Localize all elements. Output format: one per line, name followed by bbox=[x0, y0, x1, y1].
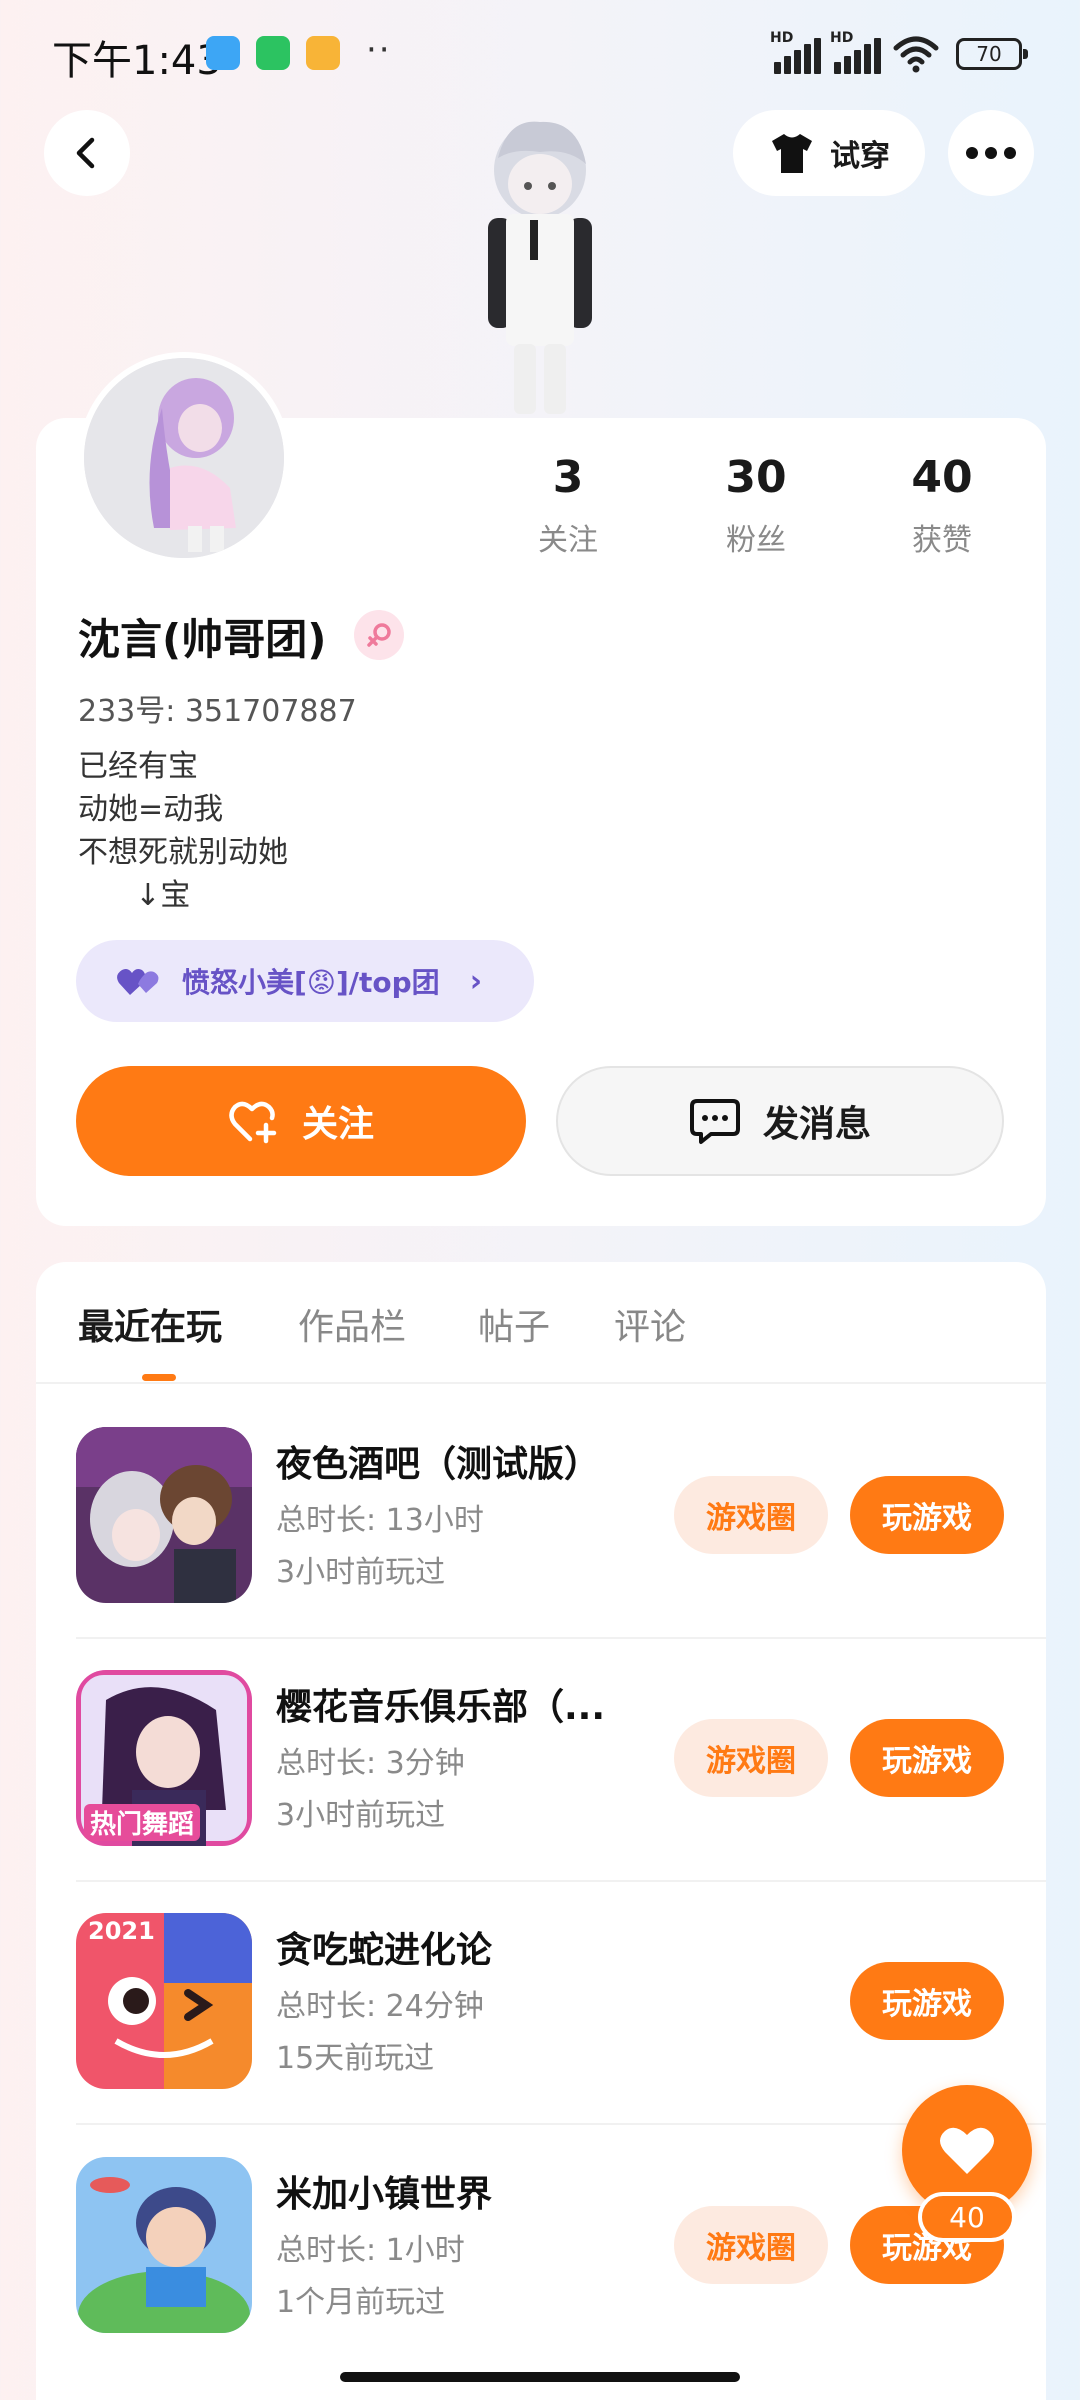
game-last-played: 1个月前玩过 bbox=[276, 2285, 446, 2320]
back-arrow-icon bbox=[76, 137, 95, 169]
female-symbol-icon bbox=[354, 610, 404, 660]
game-duration: 总时长: 1小时 bbox=[276, 2233, 465, 2268]
tshirt-icon bbox=[772, 134, 812, 173]
play-game-button[interactable]: 玩游戏 bbox=[850, 1962, 1004, 2040]
game-icon-night-bar bbox=[76, 1427, 252, 1603]
play-game-button[interactable]: 玩游戏 bbox=[850, 1476, 1004, 1554]
game-last-played: 15天前玩过 bbox=[276, 2041, 435, 2076]
chevron-right-icon: › bbox=[469, 963, 483, 999]
heart-plus-icon bbox=[229, 1101, 277, 1144]
tab-works[interactable]: 作品栏 bbox=[298, 1298, 406, 1350]
game-last-played: 3小时前玩过 bbox=[276, 1555, 446, 1590]
status-bar: 下午1:43 ·· HD HD 70 bbox=[0, 0, 1080, 110]
more-button[interactable] bbox=[948, 110, 1034, 196]
like-count-badge: 40 bbox=[918, 2192, 1016, 2242]
game-circle-button[interactable]: 游戏圈 bbox=[674, 1719, 828, 1797]
stat-likes[interactable]: 40 获赞 bbox=[862, 452, 1022, 559]
try-on-button[interactable]: 试穿 bbox=[733, 110, 925, 196]
avatar[interactable] bbox=[78, 352, 290, 564]
wifi-icon bbox=[893, 36, 939, 73]
stat-following[interactable]: 3 关注 bbox=[488, 452, 648, 559]
bio-line: 不想死就别动她 bbox=[78, 835, 288, 870]
message-label: 发消息 bbox=[762, 1104, 871, 1145]
game-title: 米加小镇世界 bbox=[276, 2174, 493, 2215]
play-game-button[interactable]: 玩游戏 bbox=[850, 1719, 1004, 1797]
tab-active-indicator bbox=[142, 1374, 176, 1381]
bio-line: 已经有宝 bbox=[78, 749, 198, 784]
game-icon-badge-text: 热门舞蹈 bbox=[84, 1804, 201, 1841]
follow-label: 关注 bbox=[301, 1104, 374, 1145]
home-indicator[interactable] bbox=[340, 2372, 740, 2382]
game-icon-miga-town bbox=[76, 2157, 252, 2333]
chat-bubble-icon bbox=[689, 1099, 740, 1144]
wechat-icon bbox=[256, 36, 290, 70]
avatar-character-image bbox=[84, 358, 284, 558]
notes-orange-icon bbox=[306, 36, 340, 70]
bio-line: 动她=动我 bbox=[78, 792, 224, 827]
tab-posts[interactable]: 帖子 bbox=[478, 1298, 550, 1350]
battery-indicator: 70 bbox=[956, 38, 1028, 70]
stat-followers[interactable]: 30 粉丝 bbox=[676, 452, 836, 559]
game-row[interactable]: 夜色酒吧（测试版） 总时长: 13小时 3小时前玩过 游戏圈 玩游戏 bbox=[0, 1427, 1080, 1670]
tab-comments[interactable]: 评论 bbox=[614, 1298, 686, 1350]
username: 沈言(帅哥团) bbox=[78, 615, 327, 664]
row-divider bbox=[76, 1637, 1046, 1639]
bio-line: ↓宝 bbox=[78, 878, 191, 913]
tabs-divider bbox=[36, 1382, 1046, 1384]
back-button[interactable] bbox=[44, 110, 130, 196]
heart-icon bbox=[940, 2127, 994, 2174]
game-icon-badge-text: 2021 bbox=[88, 1917, 155, 1945]
game-title: 樱花音乐俱乐部（... bbox=[276, 1687, 606, 1728]
status-time: 下午1:43 bbox=[52, 38, 222, 84]
row-divider bbox=[76, 2123, 1046, 2125]
user-id: 233号: 351707887 bbox=[78, 694, 357, 729]
game-duration: 总时长: 24分钟 bbox=[276, 1989, 484, 2024]
status-more-dots: ·· bbox=[366, 30, 392, 70]
message-button[interactable]: 发消息 bbox=[556, 1066, 1004, 1176]
follow-button[interactable]: 关注 bbox=[76, 1066, 526, 1176]
signal-2-icon: HD bbox=[830, 30, 882, 74]
try-on-label: 试穿 bbox=[830, 139, 890, 174]
group-pill[interactable]: 愤怒小美[😡]/top团 › bbox=[76, 940, 534, 1022]
game-row[interactable]: 热门舞蹈 樱花音乐俱乐部（... 总时长: 3分钟 3小时前玩过 游戏圈 玩游戏 bbox=[0, 1670, 1080, 1913]
tab-recently-played[interactable]: 最近在玩 bbox=[78, 1298, 222, 1350]
game-last-played: 3小时前玩过 bbox=[276, 1798, 446, 1833]
game-circle-button[interactable]: 游戏圈 bbox=[674, 2206, 828, 2284]
game-title: 夜色酒吧（测试版） bbox=[276, 1444, 601, 1485]
game-icon-sakura-music-club: 热门舞蹈 bbox=[76, 1670, 252, 1846]
avatar-character-figure bbox=[488, 121, 592, 414]
game-duration: 总时长: 13小时 bbox=[276, 1503, 484, 1538]
game-title: 贪吃蛇进化论 bbox=[276, 1930, 493, 1971]
messenger-blue-icon bbox=[206, 36, 240, 70]
game-icon-snake-evolution: 2021 bbox=[76, 1913, 252, 2089]
more-dots-icon bbox=[966, 147, 1016, 159]
bio: 已经有宝 动她=动我 不想死就别动她 ↓宝 bbox=[78, 745, 288, 917]
game-circle-button[interactable]: 游戏圈 bbox=[674, 1476, 828, 1554]
row-divider bbox=[76, 1880, 1046, 1882]
signal-1-icon: HD bbox=[770, 30, 822, 74]
game-duration: 总时长: 3分钟 bbox=[276, 1746, 465, 1781]
double-heart-icon bbox=[117, 969, 159, 995]
group-label: 愤怒小美[😡]/top团 bbox=[182, 966, 440, 999]
